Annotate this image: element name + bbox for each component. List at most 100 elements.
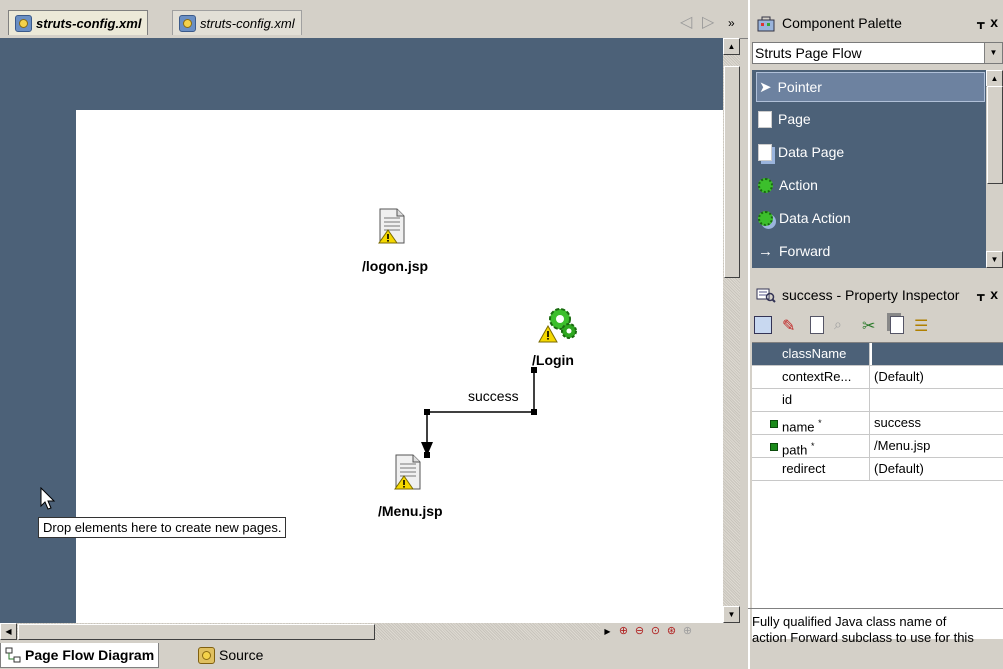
palette-item-data-page[interactable]: Data Page xyxy=(756,137,985,167)
palette-item-action[interactable]: Action xyxy=(756,170,985,200)
chevron-down-icon[interactable]: ▼ xyxy=(984,43,1002,63)
property-name: contextRe... xyxy=(752,366,870,388)
mouse-cursor-icon xyxy=(40,487,56,510)
page-flow-canvas[interactable]: success /logon.jsp /Login /Menu.jsp Drop… xyxy=(0,38,723,623)
palette-page-value: Struts Page Flow xyxy=(755,45,862,61)
scroll-right-arrow-icon[interactable]: ▶ xyxy=(600,624,615,639)
component-palette-title: Component Palette xyxy=(782,15,902,31)
node-label-login[interactable]: /Login xyxy=(532,352,574,368)
action-icon xyxy=(758,177,773,193)
tab-source[interactable]: Source xyxy=(194,643,267,667)
pin-close-icon[interactable]: ᚁ x xyxy=(977,286,999,303)
property-value[interactable]: /Menu.jsp xyxy=(872,435,930,457)
property-row-name[interactable]: name * success xyxy=(752,412,1003,435)
component-palette-icon xyxy=(757,16,775,32)
palette-page-select[interactable]: Struts Page Flow ▼ xyxy=(752,42,1003,64)
jsp-page-warning-icon[interactable] xyxy=(394,454,422,490)
zoom-fit-icon[interactable]: ⊙ xyxy=(648,624,663,639)
tab-struts-config-active[interactable]: struts-config.xml xyxy=(8,10,149,35)
tab-label: struts-config.xml xyxy=(200,15,295,31)
property-name: path * xyxy=(752,435,870,457)
node-label-menu[interactable]: /Menu.jsp xyxy=(378,503,443,519)
palette-item-forward[interactable]: → Forward xyxy=(756,236,985,266)
tab-list-chevron-icon[interactable]: » xyxy=(728,16,735,30)
property-row-path[interactable]: path * /Menu.jsp xyxy=(752,435,1003,458)
palette-item-label: Data Action xyxy=(779,210,851,226)
property-name: name * xyxy=(752,412,870,434)
palette-item-label: Data Page xyxy=(778,144,845,160)
property-value[interactable] xyxy=(872,389,874,411)
palette-item-pointer[interactable]: ➤ Pointer xyxy=(756,72,985,102)
pin-close-icon[interactable]: ᚁ x xyxy=(977,14,999,31)
zoom-out-icon[interactable]: ⊖ xyxy=(632,624,647,639)
page-icon xyxy=(758,110,772,128)
property-row-id[interactable]: id xyxy=(752,389,1003,412)
inspector-toolbar: ✎ ⌕ ✂ ☰ xyxy=(752,310,1003,340)
property-row-classname[interactable]: className xyxy=(752,343,1003,366)
scroll-up-arrow-icon[interactable]: ▲ xyxy=(723,38,740,55)
palette-scroll-thumb[interactable] xyxy=(987,86,1003,184)
tab-label: Page Flow Diagram xyxy=(25,647,155,663)
struts-action-warning-icon[interactable] xyxy=(538,304,578,344)
scroll-down-arrow-icon[interactable]: ▼ xyxy=(986,251,1003,268)
struts-config-icon xyxy=(15,14,32,32)
palette-item-data-action[interactable]: Data Action xyxy=(756,203,985,233)
zoom-selected-icon[interactable]: ⊕ xyxy=(680,624,695,639)
scroll-left-arrow-icon[interactable]: ◀ xyxy=(0,623,17,640)
zoom-actual-size-icon[interactable]: ⊛ xyxy=(664,624,679,639)
categorize-icon[interactable] xyxy=(754,316,772,334)
property-row-redirect[interactable]: redirect (Default) xyxy=(752,458,1003,481)
edit-icon[interactable]: ✎ xyxy=(782,316,800,335)
description-divider[interactable] xyxy=(748,608,1003,609)
previous-tab-arrow-icon[interactable]: ◁ xyxy=(680,12,692,32)
pointer-icon: ➤ xyxy=(759,79,772,96)
property-value[interactable]: (Default) xyxy=(872,366,924,388)
property-inspector-icon xyxy=(756,288,776,303)
palette-item-label: Pointer xyxy=(777,79,822,95)
zoom-toolbar: ▶ ⊕ ⊖ ⊙ ⊛ ⊕ xyxy=(600,623,723,640)
property-name: id xyxy=(752,389,870,411)
property-description-line: action Forward subclass to use for this xyxy=(752,630,974,645)
copy-icon[interactable] xyxy=(890,316,904,334)
forward-arrow-icon: → xyxy=(758,242,773,260)
forward-connector[interactable] xyxy=(76,110,723,623)
tab-struts-config-secondary[interactable]: struts-config.xml xyxy=(172,10,302,35)
canvas-horizontal-scrollbar[interactable]: ◀ xyxy=(0,623,600,640)
forward-label[interactable]: success xyxy=(468,388,519,404)
scroll-up-arrow-icon[interactable]: ▲ xyxy=(986,70,1003,87)
property-inspector-header: success - Property Inspector ᚁ x xyxy=(748,282,1003,308)
right-tool-pane: Component Palette ᚁ x Struts Page Flow ▼… xyxy=(748,0,1003,669)
property-name: redirect xyxy=(752,458,870,480)
property-description-line: Fully qualified Java class name of xyxy=(752,614,947,629)
next-tab-arrow-icon[interactable]: ▷ xyxy=(702,12,714,32)
property-value[interactable]: success xyxy=(872,412,921,434)
property-description: Fully qualified Java class name of actio… xyxy=(752,614,1003,669)
scroll-down-arrow-icon[interactable]: ▼ xyxy=(723,606,740,623)
property-name: className xyxy=(752,343,870,365)
vertical-scroll-thumb[interactable] xyxy=(724,66,740,278)
source-icon xyxy=(198,646,215,664)
canvas-vertical-scrollbar[interactable]: ▲ ▼ xyxy=(723,38,740,623)
palette-item-page[interactable]: Page xyxy=(756,104,985,134)
tab-label: Source xyxy=(219,647,264,663)
horizontal-scroll-thumb[interactable] xyxy=(18,624,375,640)
editor-tab-bar: struts-config.xml struts-config.xml ◁ ▷ … xyxy=(0,0,748,39)
property-value[interactable] xyxy=(872,343,1003,365)
diagram-page-area[interactable]: success /logon.jsp /Login /Menu.jsp xyxy=(76,110,723,623)
drop-hint-tooltip: Drop elements here to create new pages. xyxy=(38,517,287,538)
jsp-page-warning-icon[interactable] xyxy=(378,208,406,244)
list-view-icon[interactable]: ☰ xyxy=(914,316,932,335)
search-icon[interactable]: ⌕ xyxy=(834,316,852,334)
node-label-logon[interactable]: /logon.jsp xyxy=(362,258,428,274)
document-icon[interactable] xyxy=(810,316,824,334)
property-row-context-relative[interactable]: contextRe... (Default) xyxy=(752,366,1003,389)
zoom-in-icon[interactable]: ⊕ xyxy=(616,624,631,639)
palette-item-label: Page xyxy=(778,111,811,127)
data-action-icon xyxy=(758,210,773,226)
property-value[interactable]: (Default) xyxy=(872,458,924,480)
tab-page-flow-diagram[interactable]: Page Flow Diagram xyxy=(0,643,160,668)
palette-scrollbar[interactable]: ▲ ▼ xyxy=(986,70,1003,268)
property-table: className contextRe... (Default) id name… xyxy=(752,342,1003,639)
page-flow-diagram-icon xyxy=(5,647,21,663)
filter-icon[interactable]: ✂ xyxy=(862,316,880,335)
